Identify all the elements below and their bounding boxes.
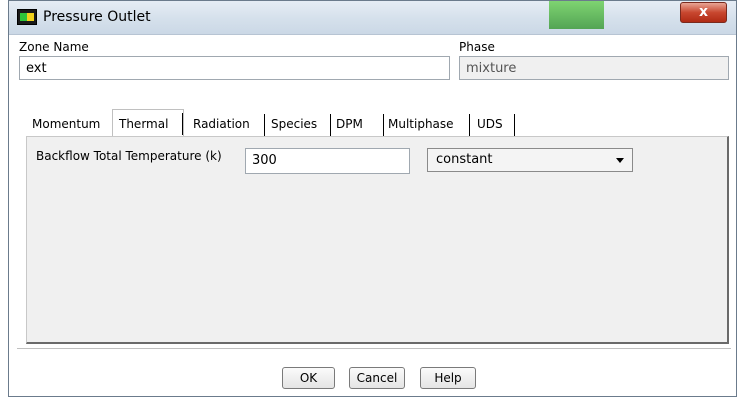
zone-name-field[interactable]: ext [19, 56, 450, 80]
window-title: Pressure Outlet [43, 9, 151, 25]
backflow-temperature-label: Backflow Total Temperature (k) [36, 149, 222, 163]
title-bar[interactable]: Pressure Outlet x [9, 1, 736, 35]
app-icon [17, 9, 37, 25]
ok-button[interactable]: OK [282, 367, 335, 389]
tab-multiphase[interactable]: Multiphase [384, 111, 470, 137]
footer-divider [17, 348, 731, 349]
tab-uds[interactable]: UDS [473, 111, 515, 137]
backflow-temperature-input[interactable]: 300 [245, 148, 410, 174]
title-bar-highlight [549, 1, 604, 29]
phase-label: Phase [459, 40, 495, 54]
zone-name-label: Zone Name [19, 40, 89, 54]
tab-radiation[interactable]: Radiation [189, 111, 265, 137]
tab-thermal[interactable]: Thermal [112, 109, 184, 137]
help-button[interactable]: Help [420, 367, 476, 389]
thermal-panel: Backflow Total Temperature (k) 300 const… [26, 136, 729, 344]
chevron-down-icon [616, 158, 624, 163]
cancel-button[interactable]: Cancel [349, 367, 405, 389]
dialog-window: Pressure Outlet x Zone Name ext Phase mi… [8, 0, 737, 397]
tab-momentum[interactable]: Momentum [26, 111, 124, 137]
tab-dpm[interactable]: DPM [332, 111, 384, 137]
temperature-method-select[interactable]: constant [427, 148, 633, 172]
tab-species[interactable]: Species [267, 111, 331, 137]
close-icon: x [698, 4, 709, 20]
phase-field: mixture [459, 56, 729, 80]
close-button[interactable]: x [680, 2, 727, 23]
temperature-method-value: constant [436, 152, 493, 167]
